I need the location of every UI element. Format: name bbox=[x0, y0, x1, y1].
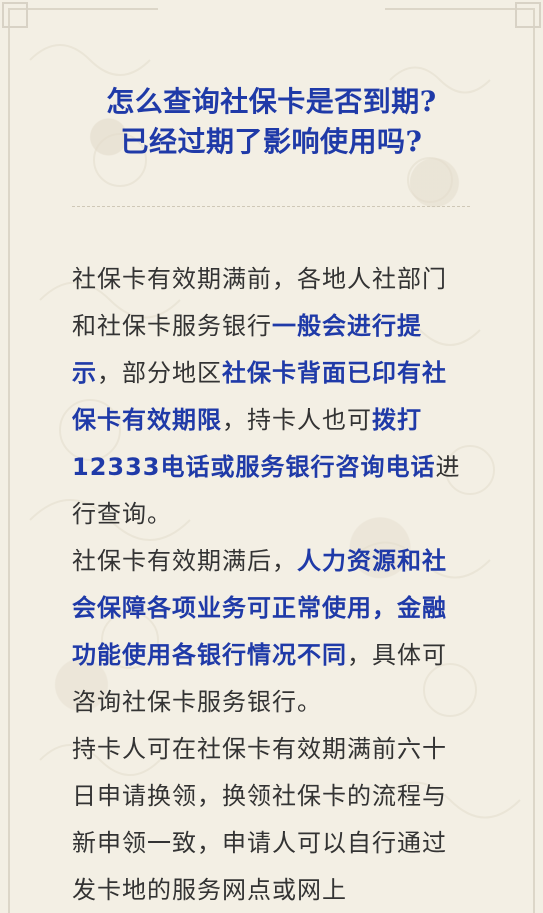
text-segment: ，持卡人也可 bbox=[222, 406, 372, 434]
title-divider bbox=[72, 206, 470, 207]
paragraph-after-expiry: 社保卡有效期满后，人力资源和社会保障各项业务可正常使用，金融功能使用各银行情况不… bbox=[72, 538, 470, 726]
text-segment: ，部分地区 bbox=[97, 359, 222, 387]
article-title: 怎么查询社保卡是否到期? 已经过期了影响使用吗? bbox=[0, 82, 543, 162]
text-segment: 持卡人可在社保卡有效期满前六十日申请换领，换领社保卡的流程与新申领一致，申请人可… bbox=[72, 735, 447, 904]
text-segment: 社保卡有效期满后， bbox=[72, 547, 297, 575]
title-line-1: 怎么查询社保卡是否到期? bbox=[106, 85, 437, 118]
corner-ornament-top-left bbox=[2, 2, 28, 28]
paragraph-renewal: 持卡人可在社保卡有效期满前六十日申请换领，换领社保卡的流程与新申领一致，申请人可… bbox=[72, 726, 470, 913]
article-body: 社保卡有效期满前，各地人社部门和社保卡服务银行一般会进行提示，部分地区社保卡背面… bbox=[72, 256, 470, 913]
article-page: 怎么查询社保卡是否到期? 已经过期了影响使用吗? 社保卡有效期满前，各地人社部门… bbox=[0, 0, 543, 913]
frame-top-left-line bbox=[8, 8, 158, 10]
frame-top-right-line bbox=[385, 8, 535, 10]
corner-ornament-top-right bbox=[515, 2, 541, 28]
title-line-2: 已经过期了影响使用吗? bbox=[120, 125, 423, 158]
paragraph-expiry-check: 社保卡有效期满前，各地人社部门和社保卡服务银行一般会进行提示，部分地区社保卡背面… bbox=[72, 256, 470, 538]
